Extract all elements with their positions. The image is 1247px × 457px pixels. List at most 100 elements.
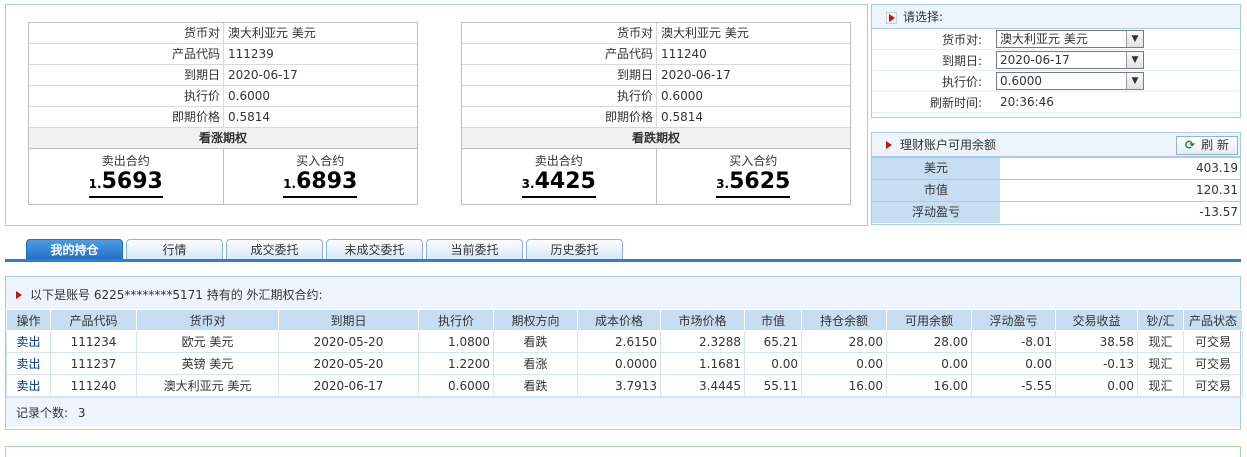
table-cell: 现汇 bbox=[1137, 374, 1184, 397]
pair-select-value: 澳大利亚元 美元 bbox=[1000, 32, 1088, 46]
positions-heading: 以下是账号 6225********5171 持有的 外汇期权合约: bbox=[30, 288, 323, 302]
tab-current-orders[interactable]: 当前委托 bbox=[426, 239, 523, 260]
price-main: 6893 bbox=[296, 169, 358, 194]
tab-unfilled-orders[interactable]: 未成交委托 bbox=[326, 239, 423, 260]
table-header-row: 操作 产品代码 货币对 到期日 执行价 期权方向 成本价格 市场价格 市值 持仓… bbox=[6, 309, 1243, 331]
table-cell: 0.00 bbox=[744, 352, 802, 375]
spot-value: 0.5814 bbox=[228, 110, 270, 124]
expiry-label: 到期日 bbox=[29, 65, 224, 85]
strike-select[interactable]: 0.6000 ▼ bbox=[996, 72, 1144, 90]
sell-contract-price[interactable]: 3.4425 bbox=[521, 169, 596, 198]
table-row: 卖出 111234 欧元 美元 2020-05-20 1.0800 看跌 2.6… bbox=[6, 330, 1243, 353]
table-cell: 65.21 bbox=[744, 330, 802, 353]
sell-contract-label: 卖出合约 bbox=[101, 154, 150, 168]
refresh-button[interactable]: ⟳ 刷 新 bbox=[1176, 136, 1238, 155]
arrow-marker-icon bbox=[16, 290, 22, 299]
expiry-value: 2020-06-17 bbox=[228, 68, 298, 82]
sell-link[interactable]: 卖出 bbox=[6, 330, 51, 353]
col-header: 钞/汇 bbox=[1137, 309, 1184, 331]
sell-link[interactable]: 卖出 bbox=[6, 352, 51, 375]
chevron-down-icon[interactable]: ▼ bbox=[1126, 31, 1143, 47]
table-cell: 看涨 bbox=[493, 352, 578, 375]
balance-panel-title: 理财账户可用余额 bbox=[900, 138, 997, 152]
table-cell: 0.00 bbox=[801, 352, 887, 375]
table-cell: 可交易 bbox=[1183, 352, 1243, 375]
price-main: 5693 bbox=[101, 169, 163, 194]
table-cell: 看跌 bbox=[493, 374, 578, 397]
table-row: 卖出 111237 英镑 美元 2020-05-20 1.2200 看涨 0.0… bbox=[6, 352, 1243, 375]
tab-bar: 我的持仓 行情 成交委托 未成交委托 当前委托 历史委托 bbox=[26, 239, 626, 260]
table-cell: 1.1681 bbox=[660, 352, 745, 375]
col-header: 产品状态 bbox=[1183, 309, 1243, 331]
table-cell: 16.00 bbox=[886, 374, 972, 397]
positions-header: 以下是账号 6225********5171 持有的 外汇期权合约: bbox=[6, 277, 1240, 309]
pair-value: 澳大利亚元 美元 bbox=[228, 26, 316, 40]
sell-link[interactable]: 卖出 bbox=[6, 374, 51, 397]
table-cell: 2020-05-20 bbox=[278, 330, 419, 353]
option-type-title: 看涨期权 bbox=[29, 128, 417, 149]
col-header: 浮动盈亏 bbox=[971, 309, 1056, 331]
table-cell: 55.11 bbox=[744, 374, 802, 397]
buy-contract-price[interactable]: 3.5625 bbox=[716, 169, 791, 198]
balance-value: 403.19 bbox=[1196, 161, 1238, 175]
buy-contract-cell[interactable]: 买入合约 1.6893 bbox=[222, 149, 418, 204]
code-value: 111239 bbox=[228, 47, 274, 61]
expiry-value: 2020-06-17 bbox=[661, 68, 731, 82]
table-cell: 英镑 美元 bbox=[136, 352, 279, 375]
col-header: 操作 bbox=[6, 309, 51, 331]
refresh-icon: ⟳ bbox=[1185, 138, 1196, 152]
price-main: 4425 bbox=[534, 169, 596, 194]
balance-row: 市值 120.31 bbox=[872, 179, 1240, 201]
sell-contract-price[interactable]: 1.5693 bbox=[88, 169, 163, 198]
record-count-bar: 记录个数: 3 bbox=[6, 397, 1240, 427]
selection-panel-title: 请选择: bbox=[903, 10, 944, 24]
sell-contract-cell[interactable]: 卖出合约 3.4425 bbox=[462, 149, 656, 204]
strike-value: 0.6000 bbox=[661, 89, 703, 103]
buy-contract-cell[interactable]: 买入合约 3.5625 bbox=[655, 149, 851, 204]
price-main: 5625 bbox=[729, 169, 791, 194]
table-cell: 38.58 bbox=[1055, 330, 1138, 353]
pair-select[interactable]: 澳大利亚元 美元 ▼ bbox=[996, 30, 1144, 48]
positions-table: 操作 产品代码 货币对 到期日 执行价 期权方向 成本价格 市场价格 市值 持仓… bbox=[6, 309, 1243, 397]
table-cell: 0.00 bbox=[971, 352, 1056, 375]
tab-my-positions[interactable]: 我的持仓 bbox=[26, 239, 123, 260]
table-cell: 111240 bbox=[50, 374, 137, 397]
table-cell: 2020-05-20 bbox=[278, 352, 419, 375]
table-cell: 0.0000 bbox=[577, 352, 661, 375]
sell-contract-label: 卖出合约 bbox=[534, 154, 583, 168]
balance-panel-header: 理财账户可用余额 ⟳ 刷 新 bbox=[872, 133, 1240, 157]
chevron-down-icon[interactable]: ▼ bbox=[1126, 52, 1143, 68]
bottom-panel bbox=[5, 446, 1241, 457]
record-count-label: 记录个数: bbox=[16, 406, 69, 420]
pair-label: 货币对 bbox=[29, 23, 224, 43]
col-header: 市场价格 bbox=[660, 309, 745, 331]
pair-select-label: 货币对: bbox=[941, 32, 982, 47]
option-type-title: 看跌期权 bbox=[462, 128, 850, 149]
col-header: 持仓余额 bbox=[801, 309, 887, 331]
price-prefix: 1. bbox=[283, 177, 297, 191]
balance-value: -13.57 bbox=[1199, 205, 1238, 219]
strike-value: 0.6000 bbox=[228, 89, 270, 103]
table-cell: 2.6150 bbox=[577, 330, 661, 353]
selection-panel-header: 请选择: bbox=[872, 5, 1240, 29]
tab-market[interactable]: 行情 bbox=[126, 239, 223, 260]
buy-contract-price[interactable]: 1.6893 bbox=[283, 169, 358, 198]
expiry-label: 到期日 bbox=[462, 65, 657, 85]
table-cell: 28.00 bbox=[886, 330, 972, 353]
buy-contract-label: 买入合约 bbox=[729, 154, 778, 168]
col-header: 货币对 bbox=[136, 309, 279, 331]
expiry-select[interactable]: 2020-06-17 ▼ bbox=[996, 51, 1144, 69]
table-cell: 111234 bbox=[50, 330, 137, 353]
table-cell: 可交易 bbox=[1183, 330, 1243, 353]
strike-label: 执行价 bbox=[462, 86, 657, 106]
positions-panel: 以下是账号 6225********5171 持有的 外汇期权合约: 操作 产品… bbox=[5, 276, 1243, 430]
chevron-down-icon[interactable]: ▼ bbox=[1126, 73, 1143, 89]
tab-history-orders[interactable]: 历史委托 bbox=[526, 239, 623, 260]
table-cell: 欧元 美元 bbox=[136, 330, 279, 353]
balance-label: 浮动盈亏 bbox=[872, 202, 1000, 223]
table-cell: 澳大利亚元 美元 bbox=[136, 374, 279, 397]
table-cell: 2.3288 bbox=[660, 330, 745, 353]
call-option-quote: 货币对 澳大利亚元 美元 产品代码 111239 到期日 2020-06-17 执行价… bbox=[28, 22, 418, 205]
sell-contract-cell[interactable]: 卖出合约 1.5693 bbox=[29, 149, 223, 204]
tab-filled-orders[interactable]: 成交委托 bbox=[226, 239, 323, 260]
